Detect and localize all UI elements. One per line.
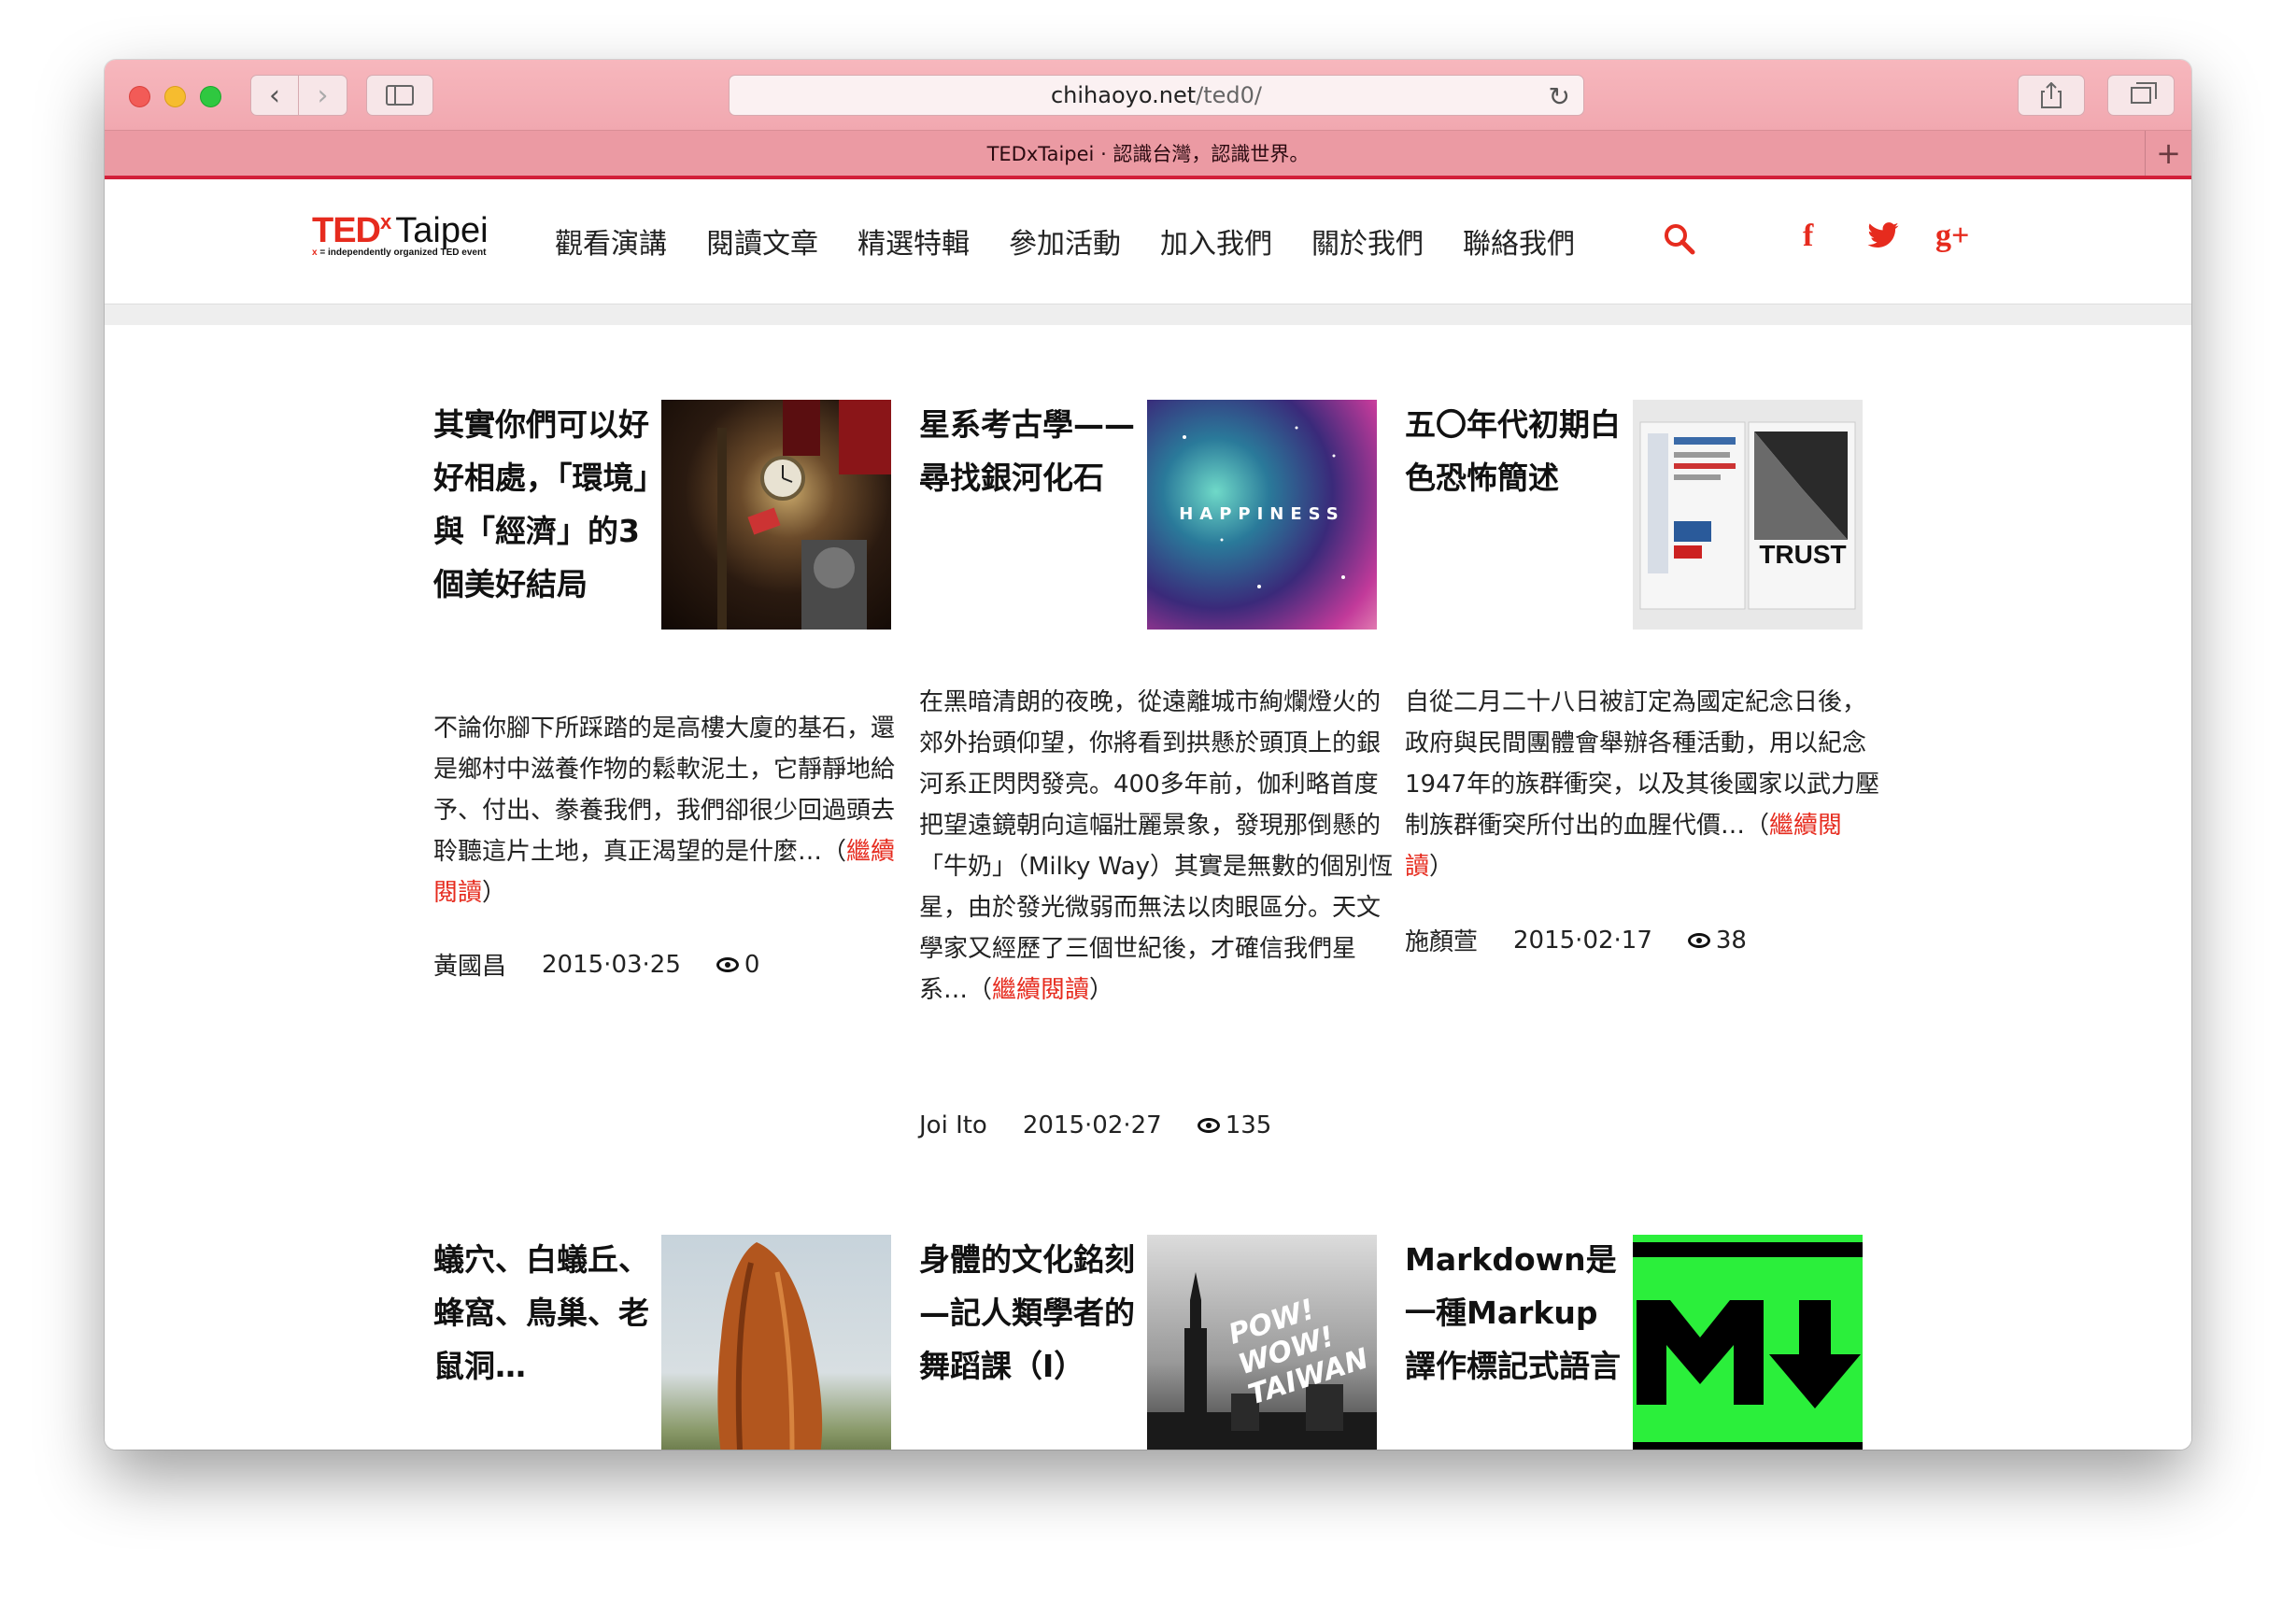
article-title[interactable]: 其實你們可以好好相處，「環境」與「經濟」的3個美好結局 xyxy=(433,398,654,611)
excerpt-text: 不論你腳下所踩踏的是高樓大廈的基石，還是鄉村中滋養作物的鬆軟泥土，它靜靜地給予、… xyxy=(433,715,896,866)
views-icon xyxy=(1687,932,1710,948)
article-title[interactable]: 蟻穴、白蟻丘、蜂窩、鳥巢、老鼠洞… xyxy=(433,1233,654,1393)
logo-city: Taipei xyxy=(395,211,489,250)
nav-contact-us[interactable]: 聯絡我們 xyxy=(1463,220,1575,262)
views-icon xyxy=(1197,1118,1220,1133)
article-title[interactable]: 五〇年代初期白色恐怖簡述 xyxy=(1405,398,1625,504)
minimize-window-button[interactable] xyxy=(164,86,186,107)
twitter-icon[interactable] xyxy=(1866,222,1900,250)
article-date: 2015·02·27 xyxy=(1022,1111,1162,1139)
share-icon xyxy=(2041,82,2062,108)
article-date: 2015·02·17 xyxy=(1513,926,1652,955)
search-icon[interactable] xyxy=(1663,222,1696,256)
nav-about-us[interactable]: 關於我們 xyxy=(1311,220,1424,262)
excerpt-text: 在黑暗清朗的夜晚，從遠離城市絢爛燈火的郊外抬頭仰望，你將看到拱懸於頭頂上的銀河系… xyxy=(919,688,1394,1004)
nav-join-us[interactable]: 加入我們 xyxy=(1160,220,1272,262)
logo-tagline-rest: = independently organized TED event xyxy=(317,248,487,258)
logo-ted: TED xyxy=(312,211,381,250)
article-meta: 施顏萱 2015·02·17 38 xyxy=(1405,923,1747,957)
article-meta: Joi Ito 2015·02·27 135 xyxy=(919,1111,1271,1139)
tab-bar: TEDxTaipei · 認識台灣，認識世界。 + xyxy=(105,131,2191,179)
clock-room-photo-icon xyxy=(717,400,891,630)
nav-read-articles[interactable]: 閱讀文章 xyxy=(706,220,818,262)
thumbnail-caption: TRUST xyxy=(1759,540,1847,569)
article-thumbnail[interactable] xyxy=(661,1235,891,1450)
article-card: 其實你們可以好好相處，「環境」與「經濟」的3個美好結局 不論你腳下所踩踏的是高樓… xyxy=(433,400,910,1007)
article-card: 身體的文化銘刻—記人類學者的舞蹈課（I） POW! WOW! TAIWAN xyxy=(919,1235,1396,1450)
read-more-link[interactable]: 繼續閱讀 xyxy=(992,976,1089,1004)
url-path: /ted0/ xyxy=(1196,82,1262,108)
termite-mound-photo-icon xyxy=(717,1242,823,1450)
browser-window: ‹ › chihaoyo.net/ted0/ ↻ TEDxTaipei · 認識… xyxy=(105,60,2191,1450)
nav-featured[interactable]: 精選特輯 xyxy=(857,220,970,262)
article-author[interactable]: Joi Ito xyxy=(919,1111,987,1139)
tedx-taipei-logo[interactable]: TEDx Taipei x = independently organized T… xyxy=(312,210,489,269)
nav-watch-talks[interactable]: 觀看演講 xyxy=(555,220,667,262)
back-button[interactable]: ‹ xyxy=(250,75,299,116)
url-host: chihaoyo.net xyxy=(1050,82,1197,108)
article-excerpt: 不論你腳下所踩踏的是高樓大廈的基石，還是鄉村中滋養作物的鬆軟泥土，它靜靜地給予、… xyxy=(433,715,896,907)
views-icon xyxy=(716,956,739,972)
article-thumbnail[interactable] xyxy=(1633,1235,1863,1450)
article-excerpt: 在黑暗清朗的夜晚，從遠離城市絢爛燈火的郊外抬頭仰望，你將看到拱懸於頭頂上的銀河系… xyxy=(919,688,1394,1004)
article-author[interactable]: 黃國昌 xyxy=(433,947,506,982)
article-thumbnail[interactable] xyxy=(661,400,891,630)
sidebar-toggle-button[interactable] xyxy=(366,75,433,116)
forward-button[interactable]: › xyxy=(299,75,347,116)
article-meta: 黃國昌 2015·03·25 0 xyxy=(433,947,759,982)
article-views: 38 xyxy=(1715,926,1747,955)
zoom-window-button[interactable] xyxy=(200,86,221,107)
article-grid: 其實你們可以好好相處，「環境」與「經濟」的3個美好結局 不論你腳下所踩踏的是高樓… xyxy=(105,325,2191,1450)
article-excerpt: 自從二月二十八日被訂定為國定紀念日後，政府與民間團體會舉辦各種活動，用以紀念19… xyxy=(1405,688,1880,881)
thumbnail-caption: HAPPINESS xyxy=(1179,504,1345,524)
new-tab-button[interactable]: + xyxy=(2145,131,2191,176)
article-card: 蟻穴、白蟻丘、蜂窩、鳥巢、老鼠洞… xyxy=(433,1235,910,1450)
close-window-button[interactable] xyxy=(129,86,150,107)
history-nav: ‹ › xyxy=(250,75,347,116)
article-title[interactable]: 身體的文化銘刻—記人類學者的舞蹈課（I） xyxy=(919,1233,1140,1393)
reload-icon[interactable]: ↻ xyxy=(1549,81,1570,112)
article-title[interactable]: 星系考古學——尋找銀河化石 xyxy=(919,398,1140,504)
article-thumbnail[interactable]: TRUST xyxy=(1633,400,1863,630)
show-tabs-button[interactable] xyxy=(2107,75,2175,116)
article-date: 2015·03·25 xyxy=(542,950,681,979)
magazine-photo-icon xyxy=(1639,421,1856,610)
article-views: 135 xyxy=(1225,1111,1272,1139)
markdown-logo-icon xyxy=(1633,1242,1863,1450)
article-title[interactable]: Markdown是一種Markup譯作標記式語言 xyxy=(1405,1233,1625,1393)
article-card: 星系考古學——尋找銀河化石 HAPPINESS 在黑暗清朗的夜晚，從遠離城市絢爛… xyxy=(919,400,1396,1147)
nav-events[interactable]: 參加活動 xyxy=(1009,220,1121,262)
browser-toolbar: ‹ › chihaoyo.net/ted0/ ↻ xyxy=(105,60,2191,131)
tabs-icon xyxy=(2131,82,2157,104)
article-author[interactable]: 施顏萱 xyxy=(1405,923,1478,957)
active-tab-title[interactable]: TEDxTaipei · 認識台灣，認識世界。 xyxy=(987,139,1310,167)
google-plus-icon[interactable]: g+ xyxy=(1935,219,1969,254)
article-thumbnail[interactable]: HAPPINESS xyxy=(1147,400,1377,630)
logo-x: x xyxy=(380,210,392,233)
share-button[interactable] xyxy=(2018,75,2085,116)
sidebar-icon xyxy=(386,85,414,106)
article-card: 五〇年代初期白色恐怖簡述 TRUST 自從二月二十八日被訂定為國定紀念日後，政府… xyxy=(1405,400,1881,979)
main-nav: 觀看演講 閱讀文章 精選特輯 參加活動 加入我們 關於我們 聯絡我們 xyxy=(555,220,1614,262)
article-views: 0 xyxy=(744,950,760,979)
facebook-icon[interactable]: f xyxy=(1803,219,1813,254)
address-bar[interactable]: chihaoyo.net/ted0/ ↻ xyxy=(729,75,1584,116)
site-header: TEDx Taipei x = independently organized T… xyxy=(105,179,2191,304)
article-card: Markdown是一種Markup譯作標記式語言 xyxy=(1405,1235,1881,1450)
article-thumbnail[interactable]: POW! WOW! TAIWAN xyxy=(1147,1235,1377,1450)
logo-tagline: x = independently organized TED event xyxy=(312,248,489,258)
header-divider xyxy=(105,304,2191,325)
